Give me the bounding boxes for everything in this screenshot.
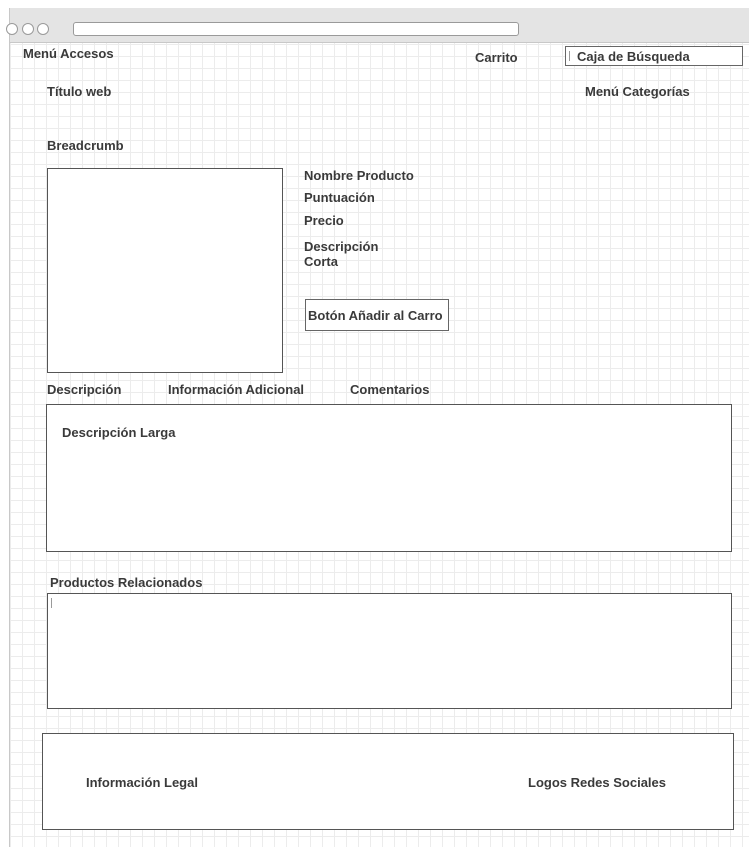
window-minimize-dot-icon[interactable]	[22, 23, 34, 35]
breadcrumb[interactable]: Breadcrumb	[47, 138, 124, 153]
tab-additional-info[interactable]: Información Adicional	[168, 382, 304, 397]
browser-titlebar	[6, 8, 749, 43]
related-products-title: Productos Relacionados	[50, 575, 203, 590]
access-menu[interactable]: Menú Accesos	[23, 46, 114, 61]
long-description-panel: Descripción Larga	[46, 404, 732, 552]
categories-menu[interactable]: Menú Categorías	[585, 84, 690, 99]
social-logos[interactable]: Logos Redes Sociales	[528, 775, 666, 790]
window-close-dot-icon[interactable]	[6, 23, 18, 35]
related-products-panel	[47, 593, 732, 709]
product-rating: Puntuación	[304, 190, 375, 205]
short-description-line-1: Descripción	[304, 239, 379, 254]
tab-description[interactable]: Descripción	[47, 382, 121, 397]
text-cursor-icon	[51, 598, 52, 608]
search-placeholder: Caja de Búsqueda	[577, 49, 690, 64]
address-bar[interactable]	[73, 22, 519, 36]
legal-info-link[interactable]: Información Legal	[86, 775, 198, 790]
tab-comments[interactable]: Comentarios	[350, 382, 429, 397]
product-image-placeholder	[47, 168, 283, 373]
footer: Información Legal Logos Redes Sociales	[42, 733, 734, 830]
product-price: Precio	[304, 213, 344, 228]
text-cursor-icon	[569, 51, 570, 61]
add-to-cart-label: Botón Añadir al Carro	[308, 308, 443, 323]
short-description-line-2: Corta	[304, 254, 338, 269]
search-input[interactable]: Caja de Búsqueda	[565, 46, 743, 66]
window-maximize-dot-icon[interactable]	[37, 23, 49, 35]
product-name: Nombre Producto	[304, 168, 414, 183]
site-title[interactable]: Título web	[47, 84, 111, 99]
long-description-text: Descripción Larga	[62, 425, 176, 440]
cart-link[interactable]: Carrito	[475, 50, 518, 65]
add-to-cart-button[interactable]: Botón Añadir al Carro	[305, 299, 449, 331]
